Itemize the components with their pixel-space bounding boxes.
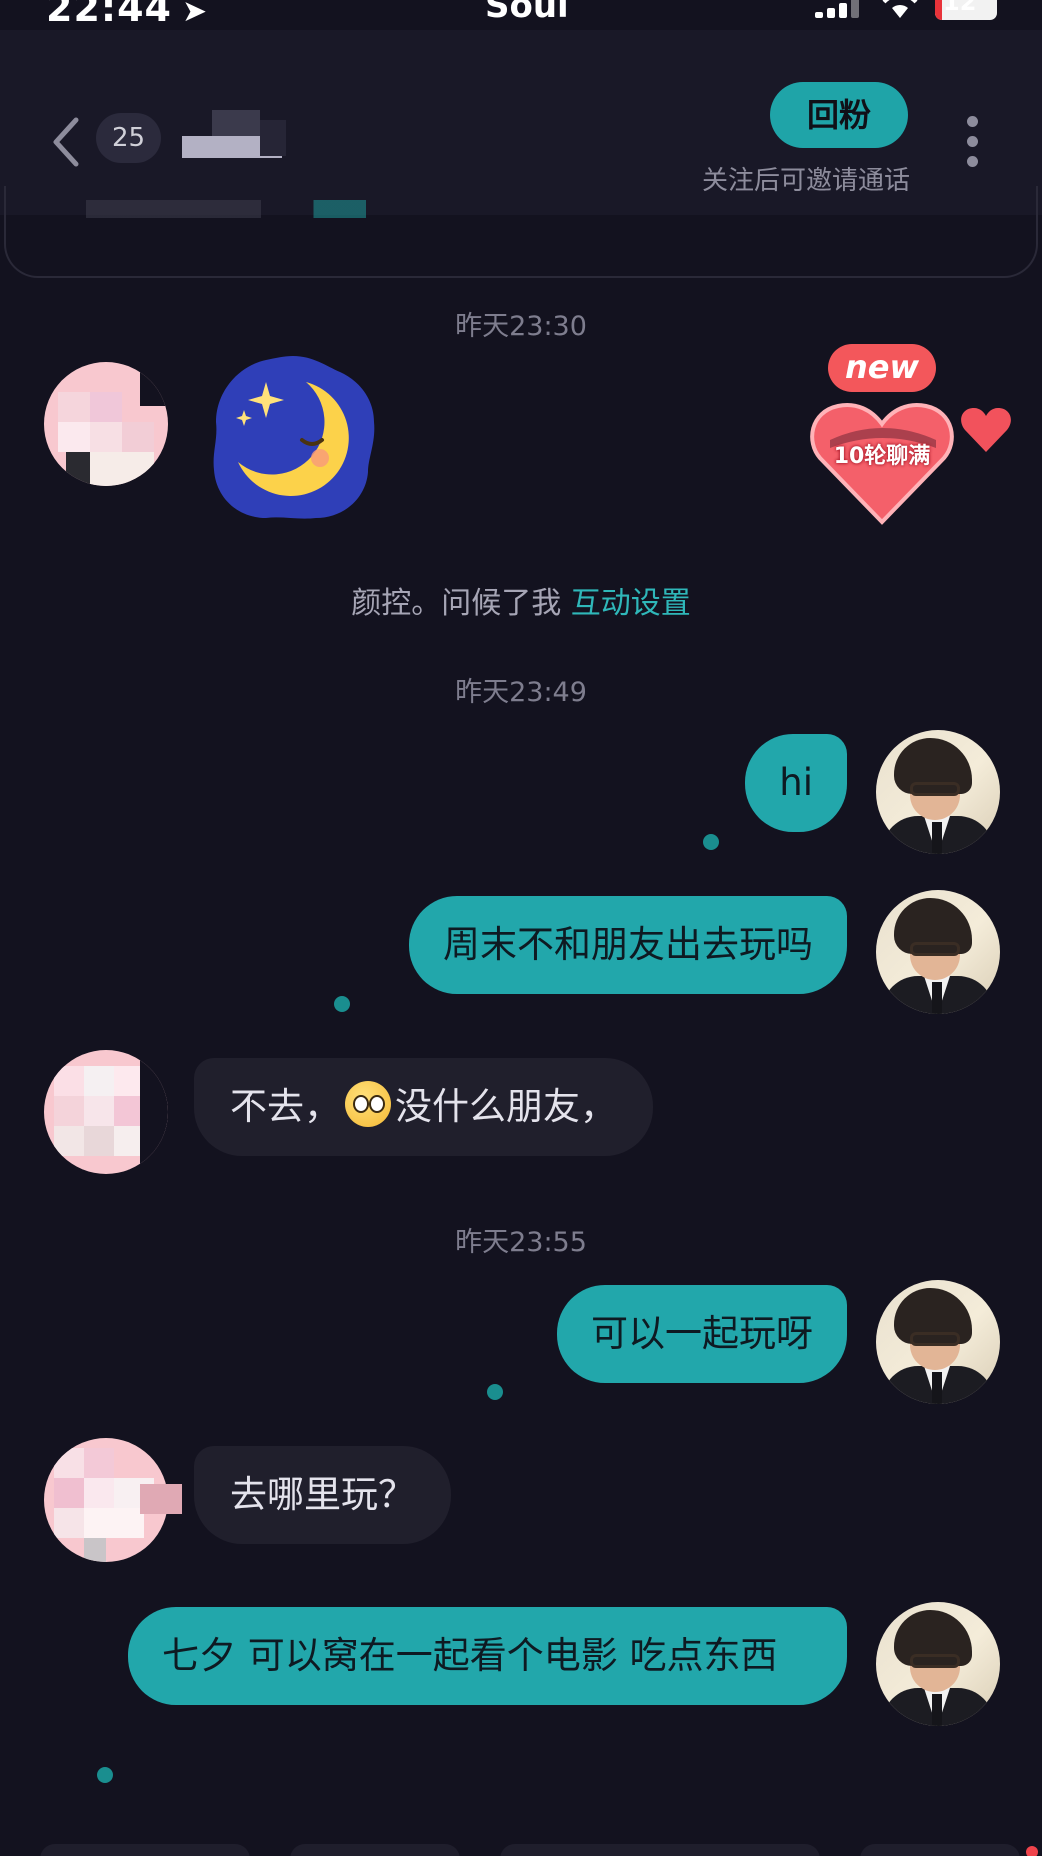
my-avatar[interactable] xyxy=(876,1602,1000,1726)
read-status-dot xyxy=(487,1384,503,1400)
battery-level-text: 12 xyxy=(943,0,977,16)
other-user-avatar[interactable] xyxy=(44,1050,168,1174)
back-chevron-icon[interactable] xyxy=(46,114,86,170)
my-avatar[interactable] xyxy=(876,1280,1000,1404)
message-text: 没什么朋友， xyxy=(395,1085,617,1128)
unread-count-badge[interactable]: 25 xyxy=(96,113,162,163)
profile-card-text-masked xyxy=(86,200,436,218)
interaction-notice: 颜控。问候了我 互动设置 xyxy=(0,578,1042,622)
battery-fill xyxy=(935,0,943,20)
message-text: 不去， xyxy=(230,1085,341,1128)
timestamp: 昨天23:49 xyxy=(455,677,587,708)
chat-streak-label: 10轮聊满 xyxy=(833,444,931,469)
my-message-bubble[interactable]: 七夕 可以窝在一起看个电影 吃点东西 xyxy=(128,1607,847,1705)
read-status-dot xyxy=(97,1767,113,1783)
cellular-signal-icon xyxy=(815,0,863,20)
status-bar: 22:44 ➤ Soul 12 xyxy=(0,0,1042,30)
my-avatar[interactable] xyxy=(876,890,1000,1014)
timestamp: 昨天23:30 xyxy=(455,311,587,342)
avatar-decoration xyxy=(140,1484,182,1514)
new-badge: new xyxy=(828,344,936,392)
other-message-bubble[interactable]: 不去， 没什么朋友， xyxy=(194,1058,653,1156)
more-options-icon[interactable] xyxy=(962,112,982,172)
status-app-label: Soul xyxy=(485,0,569,26)
notice-text: 颜控。问候了我 xyxy=(351,586,571,621)
my-message-bubble[interactable]: hi xyxy=(745,734,847,832)
rolling-eyes-emoji-icon xyxy=(345,1081,391,1127)
timestamp: 昨天23:55 xyxy=(455,1227,587,1258)
wifi-icon xyxy=(882,0,918,18)
interaction-settings-link[interactable]: 互动设置 xyxy=(571,586,691,621)
read-status-dot xyxy=(703,834,719,850)
other-message-bubble[interactable]: 去哪里玩？ xyxy=(194,1446,451,1544)
location-arrow-icon: ➤ xyxy=(181,0,209,29)
my-message-bubble[interactable]: 可以一起玩呀 xyxy=(557,1285,847,1383)
status-time-text: 22:44 xyxy=(46,0,172,30)
battery-icon: 12 xyxy=(935,0,997,20)
my-message-bubble[interactable]: 周末不和朋友出去玩吗 xyxy=(409,896,847,994)
status-time: 22:44 ➤ xyxy=(46,0,208,30)
follow-back-button[interactable]: 回粉 xyxy=(770,82,908,148)
my-avatar[interactable] xyxy=(876,730,1000,854)
other-user-avatar[interactable] xyxy=(44,362,168,486)
quick-reply-bar-edge xyxy=(0,1838,1042,1856)
contact-name-masked[interactable] xyxy=(182,110,292,160)
notification-dot xyxy=(1026,1846,1038,1856)
sleepy-moon-sticker[interactable] xyxy=(208,352,378,522)
like-heart-icon[interactable] xyxy=(960,406,1012,454)
read-status-dot xyxy=(334,996,350,1012)
